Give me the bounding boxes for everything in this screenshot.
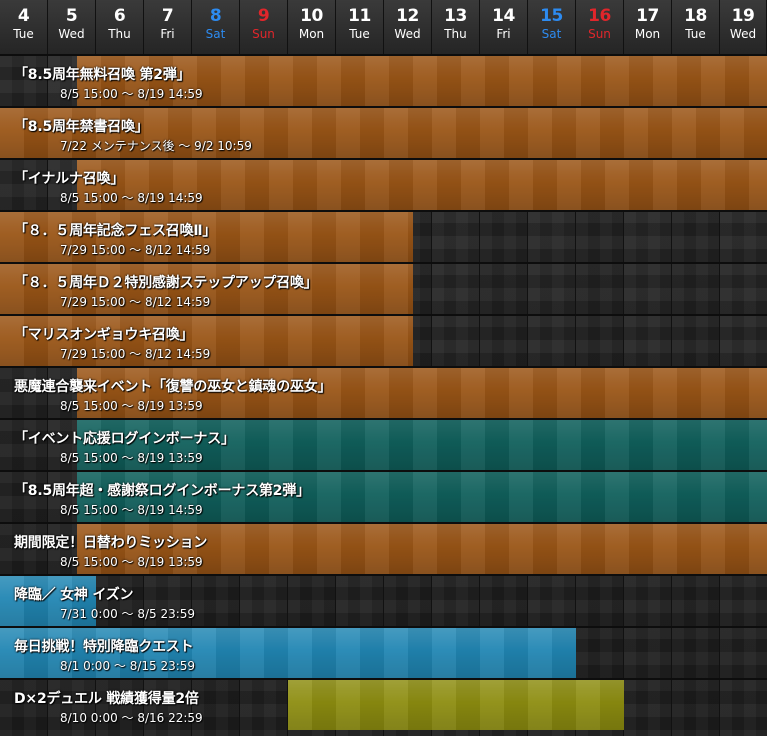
event-title: 毎日挑戦！特別降臨クエスト [14, 639, 194, 655]
day-number: 18 [684, 6, 707, 26]
day-of-week: Wed [394, 27, 421, 41]
event-period: 8/5 15:00 ～ 8/19 13:59 [60, 399, 203, 413]
day-header-13: 13 Thu [432, 0, 480, 54]
day-header-17: 17 Mon [624, 0, 672, 54]
event-title: 「8.5周年禁書召喚」 [14, 119, 149, 135]
day-header-15: 15 Sat [528, 0, 576, 54]
day-of-week: Sat [205, 27, 226, 41]
event-title: 「8.5周年超・感謝祭ログインボーナス第2弾」 [14, 483, 310, 499]
day-number: 12 [396, 6, 419, 26]
day-of-week: Thu [108, 27, 131, 41]
event-period: 7/29 15:00 ～ 8/12 14:59 [60, 347, 211, 361]
day-number: 16 [588, 6, 611, 26]
day-header-7: 7 Fri [144, 0, 192, 54]
day-header-10: 10 Mon [288, 0, 336, 54]
day-number: 5 [65, 6, 78, 26]
event-period: 8/10 0:00 ～ 8/16 22:59 [60, 711, 203, 725]
day-of-week: Mon [634, 27, 661, 41]
day-number: 13 [444, 6, 467, 26]
event-bar[interactable] [288, 680, 624, 730]
day-of-week: Tue [349, 27, 370, 41]
day-number: 10 [300, 6, 323, 26]
day-header-18: 18 Tue [672, 0, 720, 54]
day-header-19: 19 Wed [720, 0, 767, 54]
event-title: 期間限定！日替わりミッション [14, 535, 208, 551]
day-number: 19 [731, 6, 755, 26]
event-calendar: 4 Tue 5 Wed 6 Thu 7 Fri 8 Sat 9 Sun 10 Mon 11 Tue 12 Wed 1… [0, 0, 767, 736]
event-title: 「８．５周年Ｄ２特別感謝ステップアップ召喚」 [14, 275, 318, 291]
event-title: 「イベント応援ログインボーナス」 [14, 431, 235, 447]
event-title: 「8.5周年無料召喚 第2弾」 [14, 67, 191, 83]
day-number: 4 [17, 6, 30, 26]
day-number: 6 [113, 6, 126, 26]
event-title: 「イナルナ召喚」 [14, 171, 125, 187]
day-of-week: Sun [588, 27, 611, 41]
day-number: 15 [540, 6, 563, 26]
day-number: 8 [209, 6, 222, 26]
event-bar-texture [288, 680, 624, 730]
event-period: 7/29 15:00 ～ 8/12 14:59 [60, 243, 211, 257]
event-period: 8/5 15:00 ～ 8/19 13:59 [60, 451, 203, 465]
day-of-week: Fri [160, 27, 175, 41]
day-number: 14 [492, 6, 515, 26]
day-of-week: Tue [13, 27, 34, 41]
event-title: 「８．５周年記念フェス召喚Ⅱ」 [14, 223, 217, 239]
event-period: 8/1 0:00 ～ 8/15 23:59 [60, 659, 196, 673]
day-header-9: 9 Sun [240, 0, 288, 54]
event-period: 7/31 0:00 ～ 8/5 23:59 [60, 607, 196, 621]
day-of-week: Fri [496, 27, 511, 41]
day-of-week: Mon [298, 27, 325, 41]
day-header-14: 14 Fri [480, 0, 528, 54]
day-number: 7 [161, 6, 174, 26]
event-title: 降臨／ 女神 イズン [14, 587, 134, 603]
event-title: D×2デュエル 戦績獲得量2倍 [14, 691, 199, 707]
day-header-6: 6 Thu [96, 0, 144, 54]
day-header-16: 16 Sun [576, 0, 624, 54]
day-header-8: 8 Sat [192, 0, 240, 54]
event-period: 8/5 15:00 ～ 8/19 14:59 [60, 191, 203, 205]
event-period: 8/5 15:00 ～ 8/19 14:59 [60, 503, 203, 517]
event-title: 悪魔連合襲来イベント「復讐の巫女と鎮魂の巫女」 [14, 379, 332, 395]
day-of-week: Sun [252, 27, 275, 41]
row-divider [0, 574, 767, 576]
event-period: 8/5 15:00 ～ 8/19 13:59 [60, 555, 203, 569]
day-header-5: 5 Wed [48, 0, 96, 54]
day-header-11: 11 Tue [336, 0, 384, 54]
day-of-week: Wed [729, 27, 757, 41]
day-number: 9 [257, 6, 270, 26]
event-period: 7/22 メンテナンス後 ～ 9/2 10:59 [60, 139, 252, 153]
day-number: 11 [348, 6, 371, 26]
day-of-week: Thu [444, 27, 467, 41]
day-of-week: Wed [58, 27, 85, 41]
day-number: 17 [636, 6, 659, 26]
day-header-12: 12 Wed [384, 0, 432, 54]
day-of-week: Tue [685, 27, 706, 41]
calendar-header: 4 Tue 5 Wed 6 Thu 7 Fri 8 Sat 9 Sun 10 Mon 11 Tue 12 Wed 1… [0, 0, 767, 54]
day-header-4: 4 Tue [0, 0, 48, 54]
event-title: 「マリスオンギョウキ召喚」 [14, 327, 194, 343]
day-of-week: Sat [541, 27, 562, 41]
event-period: 7/29 15:00 ～ 8/12 14:59 [60, 295, 211, 309]
event-period: 8/5 15:00 ～ 8/19 14:59 [60, 87, 203, 101]
